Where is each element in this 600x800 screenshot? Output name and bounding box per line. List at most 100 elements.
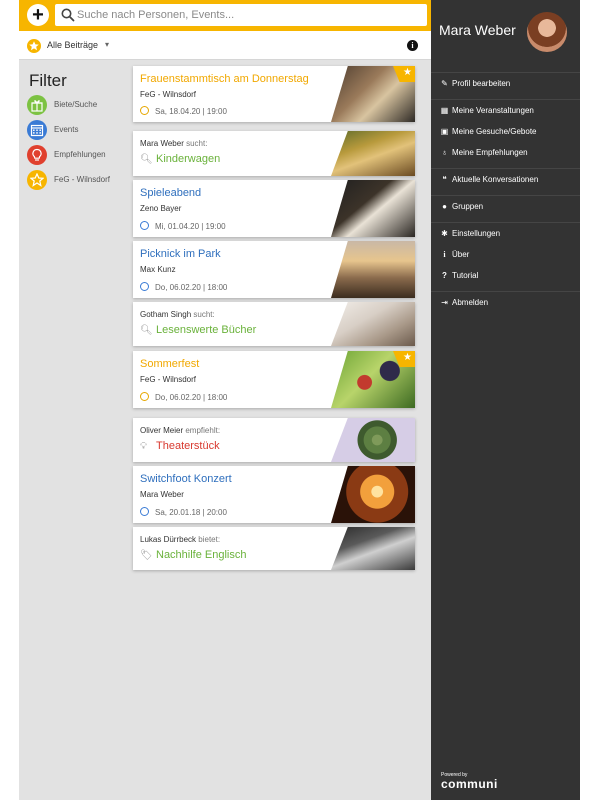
sidebar: Mara Weber ✎ Profil bearbeiten ▦ Meine Ver…: [431, 0, 580, 800]
post-card-event[interactable]: Sommerfest FeG - Wilnsdorf Do, 06.02.20 …: [133, 351, 415, 408]
menu-label: Einstellungen: [452, 229, 501, 238]
menu-label: Profil bearbeiten: [452, 79, 511, 88]
post-card-event[interactable]: Spieleabend Zeno Bayer Mi, 01.04.20 | 19…: [133, 180, 415, 237]
lightbulb-icon: 💡︎: [140, 441, 147, 452]
menu-item-tutorial[interactable]: ? Tutorial: [431, 265, 580, 286]
post-image: [331, 418, 415, 462]
post-card-offer[interactable]: Lukas Dürrbeck bietet: 🏷︎ Nachhilfe Engli…: [133, 527, 415, 570]
post-subject: 💡︎ Theaterstück: [140, 440, 220, 452]
search-input[interactable]: [77, 5, 422, 25]
tag-icon: 🏷︎: [140, 550, 153, 561]
post-date: Sa, 18.04.20 | 19:00: [140, 106, 227, 116]
author-name: Mara Weber: [140, 139, 184, 148]
post-verb: empfiehlt:: [185, 426, 221, 435]
post-card-event[interactable]: Frauenstammtisch am Donnerstag FeG - Wil…: [133, 66, 415, 122]
calendar-icon: ▦: [440, 106, 449, 115]
menu-label: Über: [452, 250, 470, 259]
menu-item-meine-empfehlungen[interactable]: ♁ Meine Empfehlungen: [431, 142, 580, 163]
menu-label: Meine Veranstaltungen: [452, 106, 534, 115]
star-icon: [27, 170, 47, 190]
post-card-event[interactable]: Switchfoot Konzert Mara Weber Sa, 20.01.…: [133, 466, 415, 523]
info-icon: i: [443, 250, 446, 259]
post-title: Frauenstammtisch am Donnerstag: [140, 73, 309, 85]
gift-icon: [27, 95, 47, 115]
gear-icon: ✱: [441, 229, 448, 238]
post-card-recommendation[interactable]: Oliver Meier empfiehlt: 💡︎ Theaterstück: [133, 418, 415, 462]
post-date: Do, 06.02.20 | 18:00: [140, 282, 227, 292]
post-subject-text: Kinderwagen: [156, 153, 221, 165]
post-date-text: Do, 06.02.20 | 18:00: [155, 393, 228, 402]
top-bar: +: [19, 0, 431, 31]
post-date-text: Sa, 18.04.20 | 19:00: [155, 107, 227, 116]
menu-label: Tutorial: [452, 271, 479, 280]
search-icon: 🔍︎: [140, 325, 153, 336]
post-date-text: Do, 06.02.20 | 18:00: [155, 283, 228, 292]
menu-group-conversations: ❝ Aktuelle Konversationen: [431, 168, 580, 190]
lightbulb-icon: [27, 145, 47, 165]
menu-group-groups: ● Gruppen: [431, 195, 580, 217]
author-name: Gotham Singh: [140, 310, 192, 319]
post-organizer: Zeno Bayer: [140, 204, 182, 213]
post-image: [331, 241, 415, 298]
add-post-button[interactable]: +: [27, 4, 49, 26]
menu-item-gruppen[interactable]: ● Gruppen: [431, 196, 580, 217]
search-icon: 🔍︎: [140, 154, 153, 165]
post-title: Switchfoot Konzert: [140, 473, 232, 485]
menu-group-logout: ⇥ Abmelden: [431, 291, 580, 313]
post-date: Sa, 20.01.18 | 20:00: [140, 507, 227, 517]
post-card-event[interactable]: Picknick im Park Max Kunz Do, 06.02.20 |…: [133, 241, 415, 298]
star-icon: ★: [403, 352, 412, 363]
post-title: Spieleabend: [140, 187, 202, 199]
post-image: [331, 131, 415, 176]
post-subject-text: Lesenswerte Bücher: [156, 324, 257, 336]
post-image: [331, 466, 415, 523]
calendar-icon: [27, 120, 47, 140]
filter-bar: Alle Beiträge ▾ i: [19, 31, 431, 60]
post-verb: bietet:: [198, 535, 221, 544]
post-card-request[interactable]: Gotham Singh sucht: 🔍︎ Lesenswerte Bücher: [133, 302, 415, 346]
chat-icon: ❝: [442, 175, 447, 184]
post-date-text: Sa, 20.01.18 | 20:00: [155, 508, 227, 517]
post-date: Mi, 01.04.20 | 19:00: [140, 221, 226, 231]
users-icon: ●: [442, 202, 447, 211]
post-filter-select[interactable]: Alle Beiträge: [47, 40, 98, 50]
star-icon: [27, 39, 41, 53]
logout-icon: ⇥: [441, 298, 448, 307]
clock-icon: [140, 507, 149, 516]
post-date: Do, 06.02.20 | 18:00: [140, 392, 227, 402]
menu-item-profil-bearbeiten[interactable]: ✎ Profil bearbeiten: [431, 73, 580, 94]
post-verb: sucht:: [186, 139, 208, 148]
post-card-request[interactable]: Mara Weber sucht: 🔍︎ Kinderwagen: [133, 131, 415, 176]
post-organizer: Max Kunz: [140, 265, 176, 274]
menu-item-einstellungen[interactable]: ✱ Einstellungen: [431, 223, 580, 244]
post-author: Oliver Meier empfiehlt:: [140, 426, 220, 435]
question-icon: ?: [442, 271, 447, 280]
menu-item-meine-gesuche-gebote[interactable]: ▣ Meine Gesuche/Gebote: [431, 121, 580, 142]
star-icon: ★: [403, 67, 412, 78]
post-title: Picknick im Park: [140, 248, 221, 260]
post-image: [331, 180, 415, 237]
filter-label: FeG - Wilnsdorf: [54, 175, 111, 184]
menu-item-ueber[interactable]: i Über: [431, 244, 580, 265]
gift-icon: ▣: [440, 127, 449, 136]
info-icon[interactable]: i: [407, 40, 418, 51]
menu-label: Meine Gesuche/Gebote: [452, 127, 537, 136]
edit-icon: ✎: [441, 79, 448, 88]
menu-item-abmelden[interactable]: ⇥ Abmelden: [431, 292, 580, 313]
chevron-down-icon[interactable]: ▾: [105, 40, 109, 49]
post-organizer: Mara Weber: [140, 490, 184, 499]
clock-icon: [140, 221, 149, 230]
search-box: [55, 4, 427, 26]
post-subject: 🔍︎ Kinderwagen: [140, 153, 220, 165]
post-subject: 🔍︎ Lesenswerte Bücher: [140, 324, 256, 336]
menu-group-content: ▦ Meine Veranstaltungen ▣ Meine Gesuche/Ge…: [431, 99, 580, 163]
post-subject: 🏷︎ Nachhilfe Englisch: [140, 549, 247, 561]
post-organizer: FeG - Wilnsdorf: [140, 375, 197, 384]
post-author: Mara Weber sucht:: [140, 139, 207, 148]
menu-item-aktuelle-konversationen[interactable]: ❝ Aktuelle Konversationen: [431, 169, 580, 190]
menu-item-meine-veranstaltungen[interactable]: ▦ Meine Veranstaltungen: [431, 100, 580, 121]
post-author: Lukas Dürrbeck bietet:: [140, 535, 220, 544]
filter-title: Filter: [29, 71, 67, 90]
clock-icon: [140, 106, 149, 115]
avatar[interactable]: [527, 12, 567, 52]
